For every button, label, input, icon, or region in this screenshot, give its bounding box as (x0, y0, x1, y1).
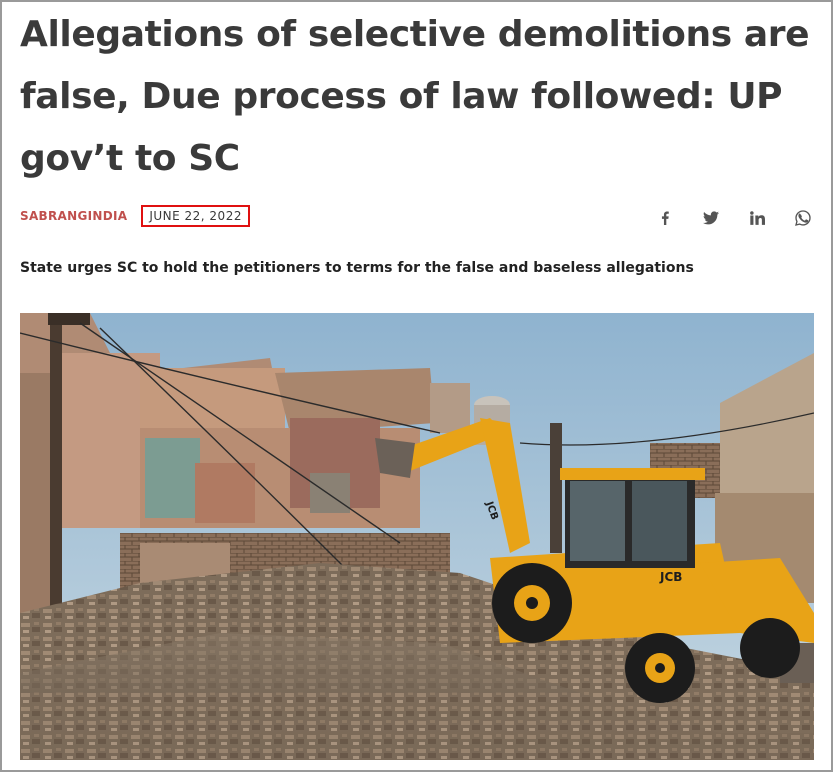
share-linkedin-button[interactable] (734, 208, 780, 228)
twitter-icon (703, 211, 719, 225)
whatsapp-icon (795, 210, 811, 226)
share-twitter-button[interactable] (688, 208, 734, 228)
facebook-icon (661, 211, 669, 225)
article-headline: Allegations of selective demolitions are… (20, 14, 810, 179)
author-link[interactable]: SABRANGINDIA (20, 209, 127, 223)
article-subtitle: State urges SC to hold the petitioners t… (20, 260, 694, 276)
share-facebook-button[interactable] (642, 208, 688, 228)
article-frame: Allegations of selective demolitions are… (0, 0, 833, 772)
jcb-logo: JCB (659, 570, 682, 584)
share-bar (642, 208, 826, 228)
share-whatsapp-button[interactable] (780, 208, 826, 228)
article-meta: SABRANGINDIA JUNE 22, 2022 (20, 205, 250, 227)
linkedin-icon (749, 211, 765, 225)
publish-date: JUNE 22, 2022 (141, 205, 250, 227)
article-hero-image: JCB JCB (20, 313, 814, 760)
